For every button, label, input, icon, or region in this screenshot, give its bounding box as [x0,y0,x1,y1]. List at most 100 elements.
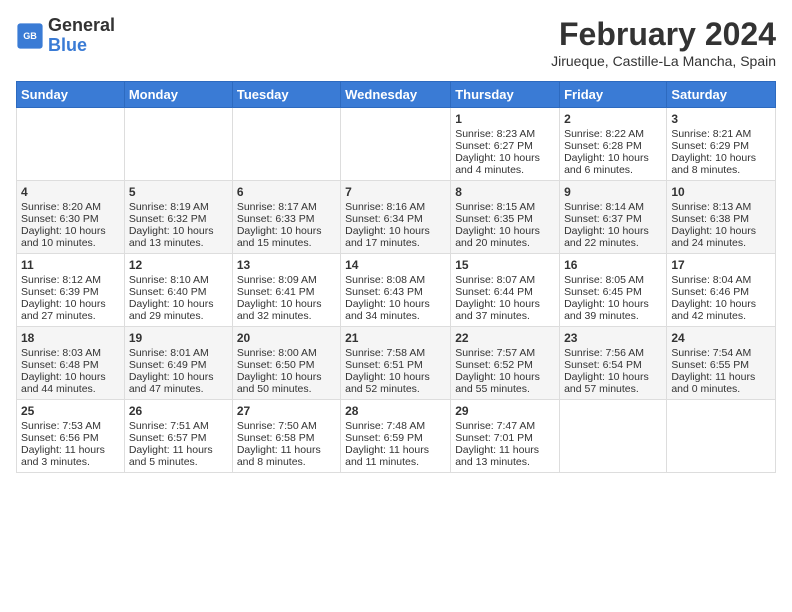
day-number: 23 [564,331,662,345]
day-info: Sunset: 6:44 PM [455,286,555,298]
calendar-cell: 7 Sunrise: 8:16 AMSunset: 6:34 PMDaylight… [341,181,451,254]
day-info: Sunrise: 8:23 AM [455,128,555,140]
day-info: Sunrise: 8:08 AM [345,274,446,286]
day-number: 18 [21,331,120,345]
calendar-cell: 25Sunrise: 7:53 AMSunset: 6:56 PMDayligh… [17,400,125,473]
day-info: Sunrise: 7:48 AM [345,420,446,432]
header-wednesday: Wednesday [341,82,451,108]
day-info: Daylight: 10 hours and 13 minutes. [129,225,228,249]
calendar-cell [667,400,776,473]
day-info: Daylight: 11 hours and 0 minutes. [671,371,771,395]
header-sunday: Sunday [17,82,125,108]
calendar-cell [124,108,232,181]
day-info: Daylight: 10 hours and 17 minutes. [345,225,446,249]
day-info: Sunset: 6:55 PM [671,359,771,371]
day-info: Sunset: 6:29 PM [671,140,771,152]
day-info: Sunset: 6:33 PM [237,213,336,225]
calendar-cell: 9Sunrise: 8:14 AMSunset: 6:37 PMDaylight… [560,181,667,254]
day-info: Sunrise: 8:13 AM [671,201,771,213]
logo: GB General Blue [16,16,115,56]
day-info: Daylight: 10 hours and 8 minutes. [671,152,771,176]
header-monday: Monday [124,82,232,108]
day-info: Sunrise: 7:57 AM [455,347,555,359]
calendar-cell: 2Sunrise: 8:22 AMSunset: 6:28 PMDaylight… [560,108,667,181]
day-info: Sunrise: 8:17 AM [237,201,336,213]
day-number: 14 [345,258,446,272]
day-number: 4 [21,185,120,199]
day-info: Sunrise: 8:07 AM [455,274,555,286]
day-info: Sunrise: 8:01 AM [129,347,228,359]
day-number: 29 [455,404,555,418]
calendar-cell: 22Sunrise: 7:57 AMSunset: 6:52 PMDayligh… [451,327,560,400]
day-number: 2 [564,112,662,126]
day-info: Sunset: 7:01 PM [455,432,555,444]
calendar-cell: 12Sunrise: 8:10 AMSunset: 6:40 PMDayligh… [124,254,232,327]
day-info: Sunrise: 8:19 AM [129,201,228,213]
day-number: 13 [237,258,336,272]
day-info: Sunrise: 8:00 AM [237,347,336,359]
day-info: Sunrise: 8:09 AM [237,274,336,286]
day-number: 15 [455,258,555,272]
day-info: Daylight: 11 hours and 11 minutes. [345,444,446,468]
day-info: Sunset: 6:27 PM [455,140,555,152]
day-info: Sunset: 6:48 PM [21,359,120,371]
calendar-cell: 21Sunrise: 7:58 AMSunset: 6:51 PMDayligh… [341,327,451,400]
day-info: Sunset: 6:59 PM [345,432,446,444]
day-info: Sunrise: 8:03 AM [21,347,120,359]
calendar-cell: 10Sunrise: 8:13 AMSunset: 6:38 PMDayligh… [667,181,776,254]
day-number: 7 [345,185,446,199]
day-info: Sunset: 6:40 PM [129,286,228,298]
logo-text: General Blue [48,16,115,56]
day-info: Sunrise: 7:56 AM [564,347,662,359]
day-info: Sunrise: 8:10 AM [129,274,228,286]
day-info: Sunset: 6:41 PM [237,286,336,298]
calendar-cell: 29Sunrise: 7:47 AMSunset: 7:01 PMDayligh… [451,400,560,473]
day-info: Sunrise: 7:58 AM [345,347,446,359]
day-info: Daylight: 10 hours and 50 minutes. [237,371,336,395]
day-info: Daylight: 11 hours and 5 minutes. [129,444,228,468]
day-number: 11 [21,258,120,272]
day-info: Sunset: 6:54 PM [564,359,662,371]
calendar-cell: 14Sunrise: 8:08 AMSunset: 6:43 PMDayligh… [341,254,451,327]
day-info: Daylight: 10 hours and 57 minutes. [564,371,662,395]
day-number: 24 [671,331,771,345]
day-info: Sunrise: 8:15 AM [455,201,555,213]
day-info: Daylight: 11 hours and 3 minutes. [21,444,120,468]
day-number: 12 [129,258,228,272]
calendar-cell: 5Sunrise: 8:19 AMSunset: 6:32 PMDaylight… [124,181,232,254]
day-info: Sunset: 6:39 PM [21,286,120,298]
calendar-table: Sunday Monday Tuesday Wednesday Thursday… [16,81,776,473]
calendar-cell [232,108,340,181]
weekday-header-row: Sunday Monday Tuesday Wednesday Thursday… [17,82,776,108]
day-info: Daylight: 11 hours and 8 minutes. [237,444,336,468]
day-info: Daylight: 11 hours and 13 minutes. [455,444,555,468]
day-info: Sunset: 6:38 PM [671,213,771,225]
day-info: Sunrise: 8:20 AM [21,201,120,213]
day-info: Sunset: 6:49 PM [129,359,228,371]
calendar-cell: 23 Sunrise: 7:56 AMSunset: 6:54 PMDayligh… [560,327,667,400]
day-info: Daylight: 10 hours and 10 minutes. [21,225,120,249]
day-number: 28 [345,404,446,418]
day-info: Sunrise: 8:16 AM [345,201,446,213]
day-info: Daylight: 10 hours and 34 minutes. [345,298,446,322]
day-number: 21 [345,331,446,345]
day-info: Daylight: 10 hours and 20 minutes. [455,225,555,249]
calendar-cell: 18Sunrise: 8:03 AMSunset: 6:48 PMDayligh… [17,327,125,400]
day-number: 6 [237,185,336,199]
calendar-cell: 1Sunrise: 8:23 AMSunset: 6:27 PMDaylight… [451,108,560,181]
day-info: Sunrise: 8:21 AM [671,128,771,140]
header-saturday: Saturday [667,82,776,108]
header-tuesday: Tuesday [232,82,340,108]
day-info: Sunset: 6:34 PM [345,213,446,225]
day-number: 27 [237,404,336,418]
day-info: Sunset: 6:32 PM [129,213,228,225]
day-number: 16 [564,258,662,272]
day-number: 1 [455,112,555,126]
day-info: Daylight: 10 hours and 6 minutes. [564,152,662,176]
day-info: Daylight: 10 hours and 32 minutes. [237,298,336,322]
day-info: Sunrise: 8:05 AM [564,274,662,286]
calendar-week-row: 1 Sunrise: 8:23 AMSunset: 6:27 PM Daylight… [17,108,776,181]
calendar-cell: 28 Sunrise: 7:48 AMSunset: 6:59 PMDayligh… [341,400,451,473]
day-info: Daylight: 10 hours and 42 minutes. [671,298,771,322]
day-info: Daylight: 10 hours and 22 minutes. [564,225,662,249]
